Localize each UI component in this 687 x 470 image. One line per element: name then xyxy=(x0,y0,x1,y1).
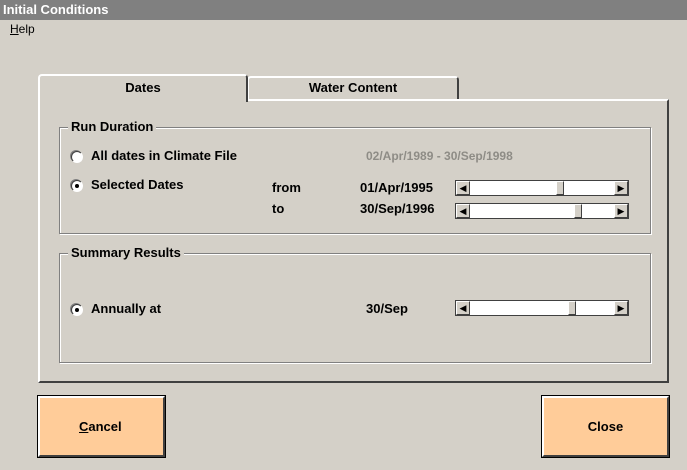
annual-date-value: 30/Sep xyxy=(366,301,408,316)
menu-help-mnemonic: H xyxy=(10,22,19,36)
to-date-scroll-thumb[interactable] xyxy=(574,204,582,218)
tab-dates[interactable]: Dates xyxy=(38,74,248,102)
radio-selected-dot xyxy=(75,184,79,188)
window-title-bar: Initial Conditions xyxy=(0,0,687,20)
scroll-left-icon[interactable]: ◀ xyxy=(456,301,470,315)
from-label: from xyxy=(272,180,301,195)
all-dates-radio[interactable] xyxy=(71,151,83,163)
menu-bar: Help xyxy=(0,20,687,38)
annually-radio[interactable] xyxy=(71,304,83,316)
scroll-right-icon[interactable]: ▶ xyxy=(614,301,628,315)
annually-label[interactable]: Annually at xyxy=(91,301,161,316)
tab-water-content-label: Water Content xyxy=(308,80,398,95)
annual-date-scroll-thumb[interactable] xyxy=(568,301,576,315)
cancel-mnemonic: C xyxy=(79,419,89,434)
window-title: Initial Conditions xyxy=(3,2,109,17)
radio-selected-dot xyxy=(75,308,79,312)
tab-dates-label: Dates xyxy=(125,80,161,95)
scroll-right-icon[interactable]: ▶ xyxy=(614,181,628,195)
selected-dates-label[interactable]: Selected Dates xyxy=(91,177,184,192)
cancel-label: ancel xyxy=(88,419,122,434)
annual-date-scrollbar[interactable]: ◀ ▶ xyxy=(455,300,629,316)
from-date-scroll-thumb[interactable] xyxy=(556,181,564,195)
from-date-scrollbar[interactable]: ◀ ▶ xyxy=(455,180,629,196)
tab-water-content[interactable]: Water Content xyxy=(247,76,459,100)
close-button[interactable]: Close xyxy=(541,395,670,458)
to-label: to xyxy=(272,201,285,216)
from-date-value: 01/Apr/1995 xyxy=(360,180,433,195)
scroll-left-icon[interactable]: ◀ xyxy=(456,181,470,195)
all-dates-label[interactable]: All dates in Climate File xyxy=(91,148,237,163)
menu-help-label: elp xyxy=(18,22,35,36)
run-duration-title: Run Duration xyxy=(68,119,157,134)
scroll-right-icon[interactable]: ▶ xyxy=(614,204,628,218)
summary-results-title: Summary Results xyxy=(68,245,184,260)
to-date-scrollbar[interactable]: ◀ ▶ xyxy=(455,203,629,219)
climate-file-date-range: 02/Apr/1989 - 30/Sep/1998 xyxy=(366,149,513,163)
to-date-value: 30/Sep/1996 xyxy=(360,201,435,216)
cancel-button[interactable]: Cancel xyxy=(37,395,166,458)
scroll-left-icon[interactable]: ◀ xyxy=(456,204,470,218)
close-label: Close xyxy=(587,419,624,434)
selected-dates-radio[interactable] xyxy=(71,180,83,192)
menu-item-help[interactable]: Help xyxy=(10,22,35,36)
